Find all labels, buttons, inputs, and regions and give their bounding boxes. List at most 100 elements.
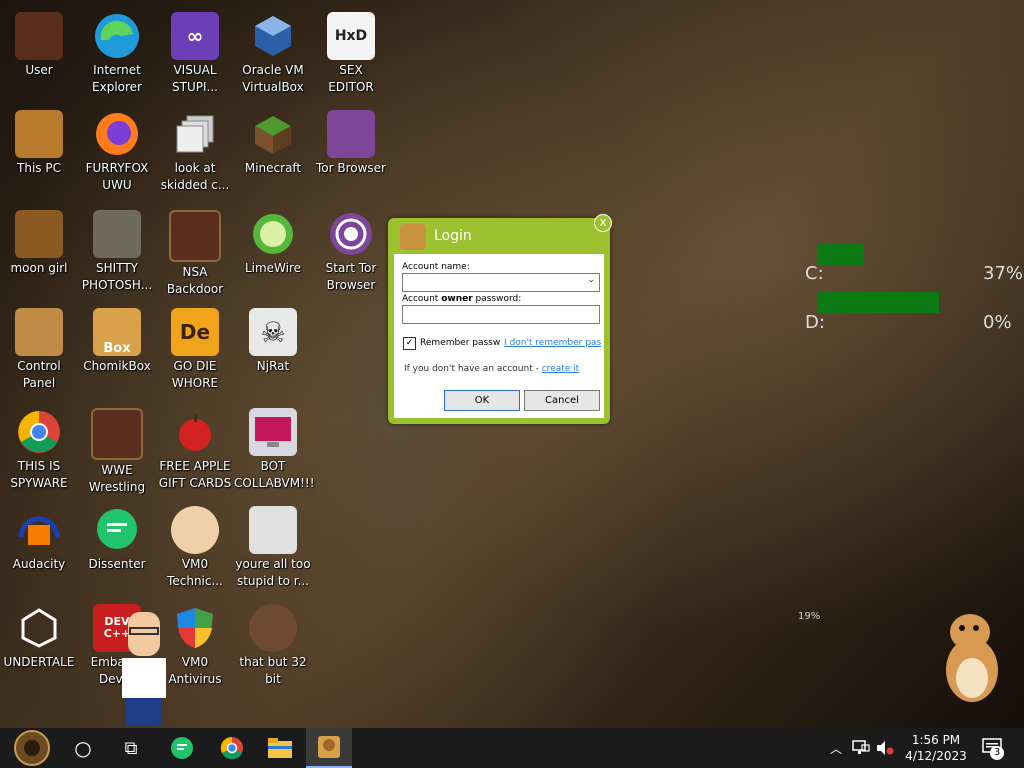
desktop-icon-youre-all-too-stupid[interactable]: youre all too stupid to r... <box>234 502 312 598</box>
desktop-icon-undertale[interactable]: UNDERTALE <box>0 600 78 696</box>
desktop-icon-label: BOT COLLABVM!!! <box>234 459 315 490</box>
desktop-icon-user[interactable]: User <box>0 8 78 104</box>
remember-password-checkbox[interactable]: ✓ <box>403 337 416 350</box>
desktop-icon-moon-girl[interactable]: moon girl <box>0 206 78 302</box>
desktop-icon-label: This PC <box>17 161 61 175</box>
unity-icon <box>15 604 63 652</box>
limewire-icon <box>249 210 297 258</box>
desktop-icon-control-panel[interactable]: Control Panel <box>0 304 78 400</box>
show-hidden-icons-chevron-up-icon[interactable]: ︿ <box>830 728 842 768</box>
desktop-icon-limewire[interactable]: LimeWire <box>234 206 312 302</box>
taskbar-chomikbox-icon[interactable] <box>306 728 352 768</box>
edge-icon <box>93 12 141 60</box>
login-form: Account name: ⌄ Account owner password: … <box>394 254 604 418</box>
taskbar-dissenter-icon[interactable] <box>162 728 202 768</box>
desktop-icon-label: VM0 Technic... <box>167 557 223 588</box>
desktop-icon-label: ChomikBox <box>83 359 151 373</box>
desktop-icon-label: UNDERTALE <box>3 655 75 669</box>
desktop-icon-label: SEX EDITOR <box>328 63 374 94</box>
desktop-icon-chomikbox[interactable]: Box ChomikBox <box>78 304 156 400</box>
ok-button[interactable]: OK <box>444 390 520 411</box>
desktop-icon-label: moon girl <box>10 261 68 275</box>
desktop-icon-internet-explorer[interactable]: Internet Explorer <box>78 8 156 104</box>
desktop-icon-label: that but 32 bit <box>239 655 307 686</box>
desktop-icon-gimp[interactable]: SHITTY PHOTOSH... <box>78 206 156 302</box>
desktop-icon-tor-browser[interactable]: Tor Browser <box>312 106 390 202</box>
desktop-icon-bot-collabvm[interactable]: BOT COLLABVM!!! <box>234 404 315 500</box>
visual-studio-icon: ∞ <box>171 12 219 60</box>
network-icon[interactable] <box>852 728 870 768</box>
volume-muted-icon[interactable] <box>876 728 894 768</box>
desktop-icon-hex-editor[interactable]: HxD SEX EDITOR <box>312 8 390 104</box>
desktop-icon-wwe-wrestling[interactable]: WWE Wrestling <box>78 404 156 500</box>
desktop-icon-dissenter[interactable]: Dissenter <box>78 502 156 598</box>
skull-icon: ☠ <box>249 308 297 356</box>
apple-icon <box>171 408 219 456</box>
clock-time: 1:56 PM <box>911 733 961 747</box>
taskbar: ○ ⧉ ︿ 1:56 PM 4/12/2023 3 <box>0 728 1024 768</box>
desktop-icon-label: youre all too stupid to r... <box>235 557 311 588</box>
desktop-icon-label: WWE Wrestling <box>88 463 146 494</box>
desktop-icon-this-pc[interactable]: This PC <box>0 106 78 202</box>
desktop-icon-virtualbox[interactable]: Oracle VM VirtualBox <box>234 8 312 104</box>
chevron-down-icon[interactable]: ⌄ <box>587 275 595 285</box>
clock-date: 4/12/2023 <box>905 749 967 763</box>
chomikbox-logo-icon <box>400 224 426 250</box>
audacity-icon <box>15 506 63 554</box>
notification-count-badge: 3 <box>990 746 1004 760</box>
desktop-icon-label: FURRYFOX UWU <box>85 161 149 192</box>
tor-folder-icon <box>327 110 375 158</box>
desktop-icon-visual-studio[interactable]: ∞ VISUAL STUPI... <box>156 8 234 104</box>
password-field[interactable] <box>402 305 600 324</box>
desktop-icon-that-but-32-bit[interactable]: that but 32 bit <box>234 600 312 696</box>
start-button[interactable] <box>8 728 56 768</box>
desktop-icon-minecraft[interactable]: Minecraft <box>234 106 312 202</box>
desktop-icon-label: SHITTY PHOTOSH... <box>81 261 153 292</box>
tv-icon <box>91 408 143 460</box>
chomikbox-icon: Box <box>93 308 141 356</box>
firefox-icon <box>93 110 141 158</box>
desktop-icon-skidded-code[interactable]: look at skidded c... <box>156 106 234 202</box>
taskbar-file-explorer-icon[interactable] <box>260 728 300 768</box>
desktop-icon-label: Oracle VM VirtualBox <box>242 63 304 94</box>
desktop-icon-label: Control Panel <box>17 359 61 390</box>
hamster-desktop-pet[interactable] <box>940 606 1004 706</box>
create-account-link[interactable]: create it <box>542 364 579 374</box>
desktop-icon-label: Dissenter <box>88 557 146 571</box>
drive-c-percent: 37% <box>983 263 1024 284</box>
account-name-combobox[interactable]: ⌄ <box>402 273 600 292</box>
drive-d-usage-bar <box>818 292 939 313</box>
task-view-icon[interactable]: ⧉ <box>114 728 148 768</box>
desktop-icon-audacity[interactable]: Audacity <box>0 502 78 598</box>
drive-d-label: D: <box>805 312 825 333</box>
cpu-usage-text: 19% <box>798 611 821 622</box>
desktop-character-overlay <box>118 606 170 726</box>
no-account-text: If you don't have an account - create it <box>404 364 580 374</box>
book-icon <box>15 210 63 258</box>
close-icon[interactable]: x <box>594 214 612 232</box>
tor-icon <box>327 210 375 258</box>
taskbar-chrome-icon[interactable] <box>212 728 252 768</box>
desktop-icon-label: look at skidded c... <box>160 161 230 192</box>
desktop-icon-vm0-technician[interactable]: VM0 Technic... <box>156 502 234 598</box>
taskbar-clock[interactable]: 1:56 PM 4/12/2023 <box>898 732 974 764</box>
search-icon[interactable]: ○ <box>66 728 100 768</box>
desktop-icon-start-tor-browser[interactable]: Start Tor Browser <box>312 206 390 302</box>
desktop-icon-njrat[interactable]: ☠ NjRat <box>234 304 312 400</box>
cancel-button[interactable]: Cancel <box>524 390 600 411</box>
desktop-icon-label: GO DIE WHORE <box>171 359 219 390</box>
forgot-password-link[interactable]: I don't remember pas <box>504 338 601 348</box>
desktop-icon-label: Minecraft <box>244 161 302 175</box>
desktop-icon-label: VISUAL STUPI... <box>172 63 218 94</box>
desktop-icon-chrome-spyware[interactable]: THIS IS SPYWARE <box>0 404 78 500</box>
desktop-icon-free-apple-gift-cards[interactable]: FREE APPLE GIFT CARDS <box>156 404 234 500</box>
desktop-icon-go-die[interactable]: De GO DIE WHORE <box>156 304 234 400</box>
drive-c-usage-bar <box>818 244 864 265</box>
portrait-icon <box>249 506 297 554</box>
login-dialog: Login x Account name: ⌄ Account owner pa… <box>388 214 612 424</box>
desktop-icon-label: LimeWire <box>244 261 302 275</box>
shield-icon <box>171 604 219 652</box>
desktop-icon-firefox[interactable]: FURRYFOX UWU <box>78 106 156 202</box>
desktop-icon-nsa-backdoor[interactable]: NSA Backdoor <box>156 206 234 302</box>
drive-c-label: C: <box>805 263 824 284</box>
